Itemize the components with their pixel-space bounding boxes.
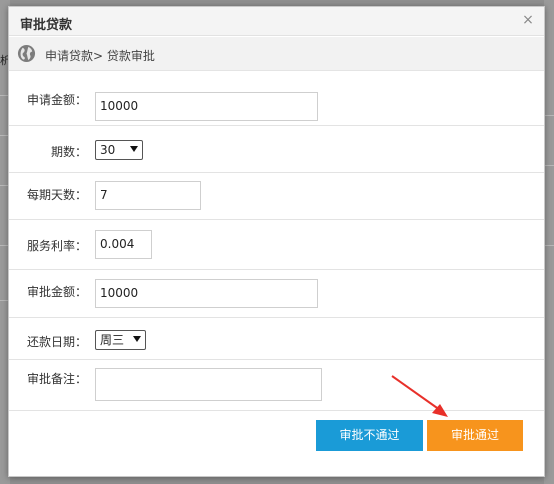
apply-amount-input[interactable]: 10000: [95, 92, 318, 121]
form-row-periods: 期数： 30: [9, 127, 544, 173]
repay-day-select-value: 周三: [100, 333, 125, 347]
apply-amount-label: 申请金额：: [27, 93, 88, 107]
chevron-down-icon: [130, 146, 138, 152]
remark-label: 审批备注：: [27, 372, 88, 386]
form-row-apply-amount: 申请金额： 10000: [9, 72, 544, 126]
approved-amount-label: 审批金额：: [27, 285, 88, 299]
approved-amount-input[interactable]: 10000: [95, 279, 318, 308]
approve-loan-dialog: 审批贷款 × 申请贷款> 贷款审批 申请金额： 10000 期数： 30 每期天…: [8, 6, 545, 477]
service-rate-label: 服务利率：: [27, 239, 88, 253]
approve-button[interactable]: 审批通过: [427, 420, 523, 451]
form-row-remark: 审批备注：: [9, 361, 544, 411]
form-row-service-rate: 服务利率： 0.004: [9, 221, 544, 270]
service-rate-input[interactable]: 0.004: [95, 230, 152, 259]
repay-day-select[interactable]: 周三: [95, 330, 146, 350]
breadcrumb: 申请贷款> 贷款审批: [9, 37, 544, 71]
breadcrumb-text: 申请贷款> 贷款审批: [45, 49, 155, 63]
dialog-titlebar: 审批贷款 ×: [9, 7, 544, 36]
days-per-period-input[interactable]: 7: [95, 181, 201, 210]
remark-textarea[interactable]: [95, 368, 322, 401]
chevron-down-icon: [133, 336, 141, 342]
globe-icon: [17, 44, 36, 63]
periods-label: 期数：: [51, 145, 88, 159]
periods-select[interactable]: 30: [95, 140, 143, 160]
form-row-days-per-period: 每期天数： 7: [9, 174, 544, 220]
repay-day-label: 还款日期：: [27, 335, 88, 349]
days-per-period-label: 每期天数：: [27, 188, 88, 202]
background-right-strip: [544, 0, 554, 484]
form-row-approved-amount: 审批金额： 10000: [9, 271, 544, 318]
periods-select-value: 30: [100, 143, 116, 157]
dialog-title: 审批贷款: [20, 18, 73, 33]
form-row-repay-day: 还款日期： 周三: [9, 319, 544, 360]
reject-button[interactable]: 审批不通过: [316, 420, 423, 451]
close-icon[interactable]: ×: [521, 12, 535, 28]
